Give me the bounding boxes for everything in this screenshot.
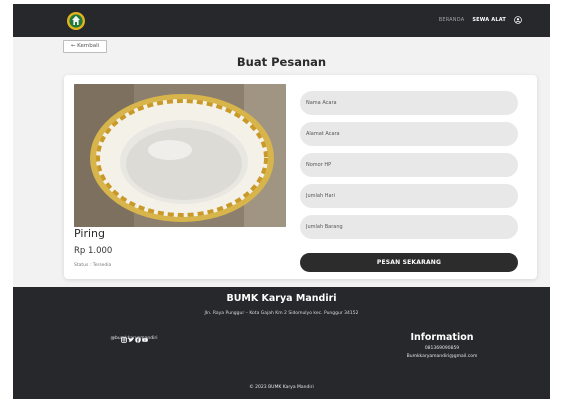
social-block: @bumkkaryamandiri: [104, 328, 164, 343]
instagram-icon[interactable]: [120, 328, 127, 343]
event-name-input[interactable]: [300, 91, 518, 115]
order-now-button[interactable]: PESAN SEKARANG: [300, 253, 518, 272]
phone-input[interactable]: [300, 153, 518, 177]
plate-photo: [74, 84, 286, 227]
product-price: Rp 1.000: [74, 246, 113, 256]
user-icon[interactable]: [514, 16, 522, 24]
facebook-icon[interactable]: [134, 328, 141, 343]
nav-link-beranda[interactable]: BERANDA: [439, 17, 465, 23]
twitter-icon[interactable]: [127, 328, 134, 342]
logo-emblem-icon[interactable]: [66, 11, 86, 31]
social-handle[interactable]: @bumkkaryamandiri: [104, 336, 164, 341]
top-navbar: BERANDA SEWA ALAT: [13, 4, 550, 37]
footer-address: Jln. Raya Punggur – Kota Gajah Km 2 Sido…: [204, 311, 359, 316]
back-button[interactable]: ← Kembali: [63, 40, 107, 53]
event-address-input[interactable]: [300, 122, 518, 146]
social-icons: [104, 328, 164, 343]
contact-email[interactable]: Bumkkaryamandiri@gmail.com: [393, 354, 491, 359]
footer: BUMK Karya Mandiri Jln. Raya Punggur – K…: [13, 287, 550, 399]
page-title: Buat Pesanan: [236, 55, 327, 69]
product-image: [74, 84, 286, 227]
info-block: Information 081369090859 Bumkkaryamandir…: [393, 332, 491, 359]
app-frame: BERANDA SEWA ALAT ← Kembali Buat Pesanan: [13, 4, 550, 399]
copyright: © 2023 BUMK Karya Mandiri: [249, 385, 314, 390]
contact-phone: 081369090859: [424, 346, 460, 351]
order-form: [300, 91, 518, 246]
product-name: Piring: [74, 227, 105, 240]
days-input[interactable]: [300, 184, 518, 208]
footer-title: BUMK Karya Mandiri: [226, 293, 337, 304]
youtube-icon[interactable]: [141, 328, 148, 342]
nav-link-sewa-alat[interactable]: SEWA ALAT: [472, 17, 506, 23]
main-nav: BERANDA SEWA ALAT: [439, 16, 522, 24]
product-status: Status : Tersedia: [74, 263, 112, 268]
order-card: Piring Rp 1.000 Status : Tersedia PESAN …: [64, 75, 537, 279]
quantity-input[interactable]: [300, 215, 518, 239]
info-title: Information: [410, 332, 474, 343]
